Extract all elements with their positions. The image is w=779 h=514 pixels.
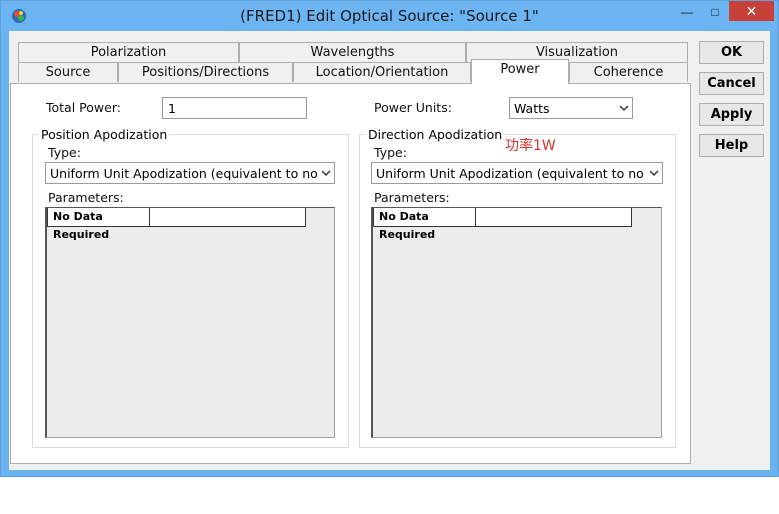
direction-parameters-label: Parameters: <box>374 190 450 205</box>
close-button[interactable]: ✕ <box>729 1 774 21</box>
minimize-button[interactable]: — <box>673 1 701 23</box>
tab-positions-directions[interactable]: Positions/Directions <box>118 62 293 82</box>
chevron-down-icon <box>649 170 659 176</box>
help-button[interactable]: Help <box>699 134 764 157</box>
total-power-input[interactable]: 1 <box>162 97 307 119</box>
power-units-label: Power Units: <box>374 100 452 115</box>
ok-button[interactable]: OK <box>699 41 764 64</box>
tab-polarization[interactable]: Polarization <box>18 42 239 62</box>
tab-wavelengths[interactable]: Wavelengths <box>239 42 466 62</box>
tab-location-orientation[interactable]: Location/Orientation <box>293 62 471 82</box>
direction-grid-cell-empty[interactable] <box>475 208 632 227</box>
chevron-down-icon <box>619 105 629 111</box>
direction-apodization-title: Direction Apodization <box>366 127 505 142</box>
chevron-down-icon <box>321 170 331 176</box>
position-grid-cell[interactable]: No Data Required <box>47 208 150 241</box>
dialog-window: (FRED1) Edit Optical Source: "Source 1" … <box>0 0 779 477</box>
window-title: (FRED1) Edit Optical Source: "Source 1" <box>240 7 539 25</box>
position-type-value: Uniform Unit Apodization (equivalent to … <box>50 166 318 181</box>
direction-type-value: Uniform Unit Apodization (equivalent to … <box>376 166 646 181</box>
power-annotation: 功率1W <box>505 138 556 154</box>
position-parameters-label: Parameters: <box>48 190 124 205</box>
maximize-button[interactable]: □ <box>701 1 729 23</box>
power-units-value: Watts <box>514 101 550 116</box>
direction-grid-cell[interactable]: No Data Required <box>373 208 476 241</box>
tab-source[interactable]: Source <box>18 62 118 82</box>
position-type-label: Type: <box>48 145 81 160</box>
tab-power[interactable]: Power <box>471 59 569 84</box>
total-power-label: Total Power: <box>46 100 121 115</box>
direction-type-select[interactable]: Uniform Unit Apodization (equivalent to … <box>371 162 663 184</box>
apply-button[interactable]: Apply <box>699 103 764 126</box>
position-type-select[interactable]: Uniform Unit Apodization (equivalent to … <box>45 162 335 184</box>
position-apodization-title: Position Apodization <box>39 127 170 142</box>
direction-type-label: Type: <box>374 145 407 160</box>
cancel-button[interactable]: Cancel <box>699 72 764 95</box>
power-units-select[interactable]: Watts <box>509 97 633 119</box>
tab-coherence[interactable]: Coherence <box>569 62 688 82</box>
title-bar[interactable]: (FRED1) Edit Optical Source: "Source 1" … <box>1 1 778 31</box>
position-grid-cell-empty[interactable] <box>149 208 306 227</box>
